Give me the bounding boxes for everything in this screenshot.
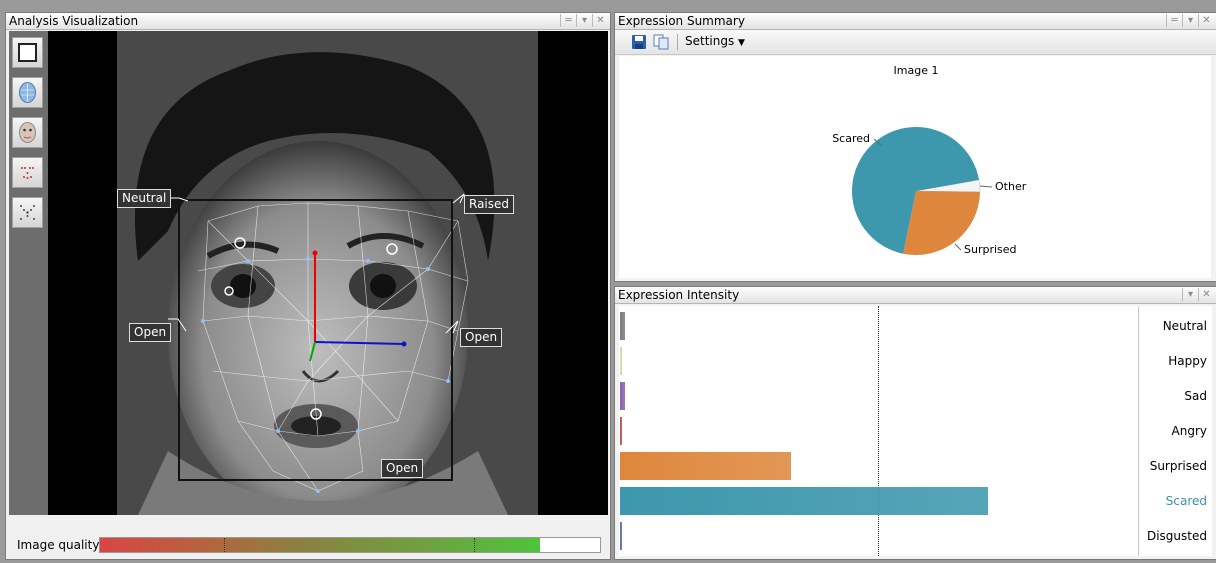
- intensity-bar-angry: [620, 417, 622, 445]
- intensity-label-scared: Scared: [1165, 494, 1207, 508]
- expression-pie-chart: Image 1 Other Surprised Scared: [832, 64, 1027, 256]
- intensity-bar-happy: [620, 347, 622, 375]
- chevron-down-icon: ▼: [738, 38, 745, 48]
- quality-tick-high: [474, 538, 475, 552]
- face-mesh-tool-icon[interactable]: [12, 77, 43, 108]
- dock-icon[interactable]: ═: [1166, 14, 1182, 27]
- summary-title: Expression Summary: [618, 14, 745, 28]
- landmarks-tool-icon[interactable]: [12, 197, 43, 228]
- dock-icon[interactable]: ═: [560, 14, 576, 27]
- mouth-label: Open: [381, 459, 424, 478]
- intensity-label-surprised: Surprised: [1149, 459, 1207, 473]
- face-photo: [117, 31, 538, 515]
- quality-tick-low: [224, 538, 225, 552]
- intensity-bars-area: [619, 306, 1139, 556]
- pin-icon[interactable]: ▾: [1182, 288, 1198, 301]
- analysis-titlebar: Analysis Visualization ═ ▾ ✕: [6, 13, 610, 30]
- settings-label: Settings: [685, 34, 735, 48]
- copy-icon[interactable]: [653, 34, 669, 50]
- intensity-label-angry: Angry: [1171, 424, 1207, 438]
- intensity-labels-area: Neutral Happy Sad Angry Surprised Scared Disgu…: [1139, 306, 1212, 556]
- close-icon[interactable]: ✕: [592, 14, 608, 27]
- pie-label-scared: Scared: [832, 132, 870, 145]
- pie-chart-title: Image 1: [894, 64, 939, 77]
- pie-label-other: Other: [995, 180, 1027, 193]
- intensity-bar-sad: [620, 382, 625, 410]
- save-icon[interactable]: [631, 34, 647, 50]
- intensity-bar-disgusted: [620, 522, 622, 550]
- intensity-label-disgusted: Disgusted: [1146, 529, 1207, 543]
- summary-titlebar: Expression Summary ═ ▾ ✕: [615, 13, 1216, 30]
- points-tool-icon[interactable]: [12, 157, 43, 188]
- intensity-label-neutral: Neutral: [1162, 319, 1207, 333]
- intensity-bar-surprised: [620, 452, 791, 480]
- close-icon[interactable]: ✕: [1198, 288, 1214, 301]
- settings-dropdown[interactable]: Settings ▼: [685, 34, 745, 48]
- pie-leader-line: [954, 243, 962, 251]
- tool-strip: [9, 31, 48, 515]
- pie-label-surprised: Surprised: [964, 243, 1017, 256]
- threshold-line: [878, 306, 879, 556]
- pin-icon[interactable]: ▾: [576, 14, 592, 27]
- left-eye-label: Open: [129, 323, 172, 342]
- intensity-titlebar: Expression Intensity ▾ ✕: [615, 287, 1216, 304]
- image-quality-bar: [99, 537, 601, 553]
- intensity-title: Expression Intensity: [618, 288, 740, 302]
- expression-intensity-panel: Expression Intensity ▾ ✕ Neutral Happy Sad…: [614, 286, 1216, 560]
- summary-chart-area: Image 1 Other Surprised Scared: [619, 56, 1211, 278]
- summary-toolbar: Settings ▼: [615, 30, 1216, 55]
- right-brow-label: Raised: [464, 195, 515, 214]
- intensity-bar-scared: [620, 487, 988, 515]
- analysis-title: Analysis Visualization: [9, 14, 139, 28]
- expression-summary-panel: Expression Summary ═ ▾ ✕ Settings ▼ Imag…: [614, 12, 1216, 282]
- pin-icon[interactable]: ▾: [1182, 14, 1198, 27]
- intensity-label-sad: Sad: [1184, 389, 1207, 403]
- pie-leader-line: [979, 185, 993, 188]
- close-icon[interactable]: ✕: [1198, 14, 1214, 27]
- intensity-label-happy: Happy: [1168, 354, 1207, 368]
- face-texture-tool-icon[interactable]: [12, 117, 43, 148]
- analysis-visualization-panel: Analysis Visualization ═ ▾ ✕ Neutral Rai…: [5, 12, 611, 560]
- toolbar-separator: [677, 34, 678, 50]
- face-visualization: Neutral Raised Open Open Open: [48, 31, 608, 515]
- frame-tool-icon[interactable]: [12, 37, 43, 68]
- image-quality-label: Image quality: [17, 538, 100, 552]
- right-eye-label: Open: [460, 328, 503, 347]
- left-brow-label: Neutral: [117, 189, 172, 208]
- image-quality-row: Image quality: [6, 516, 610, 558]
- intensity-bar-neutral: [620, 312, 625, 340]
